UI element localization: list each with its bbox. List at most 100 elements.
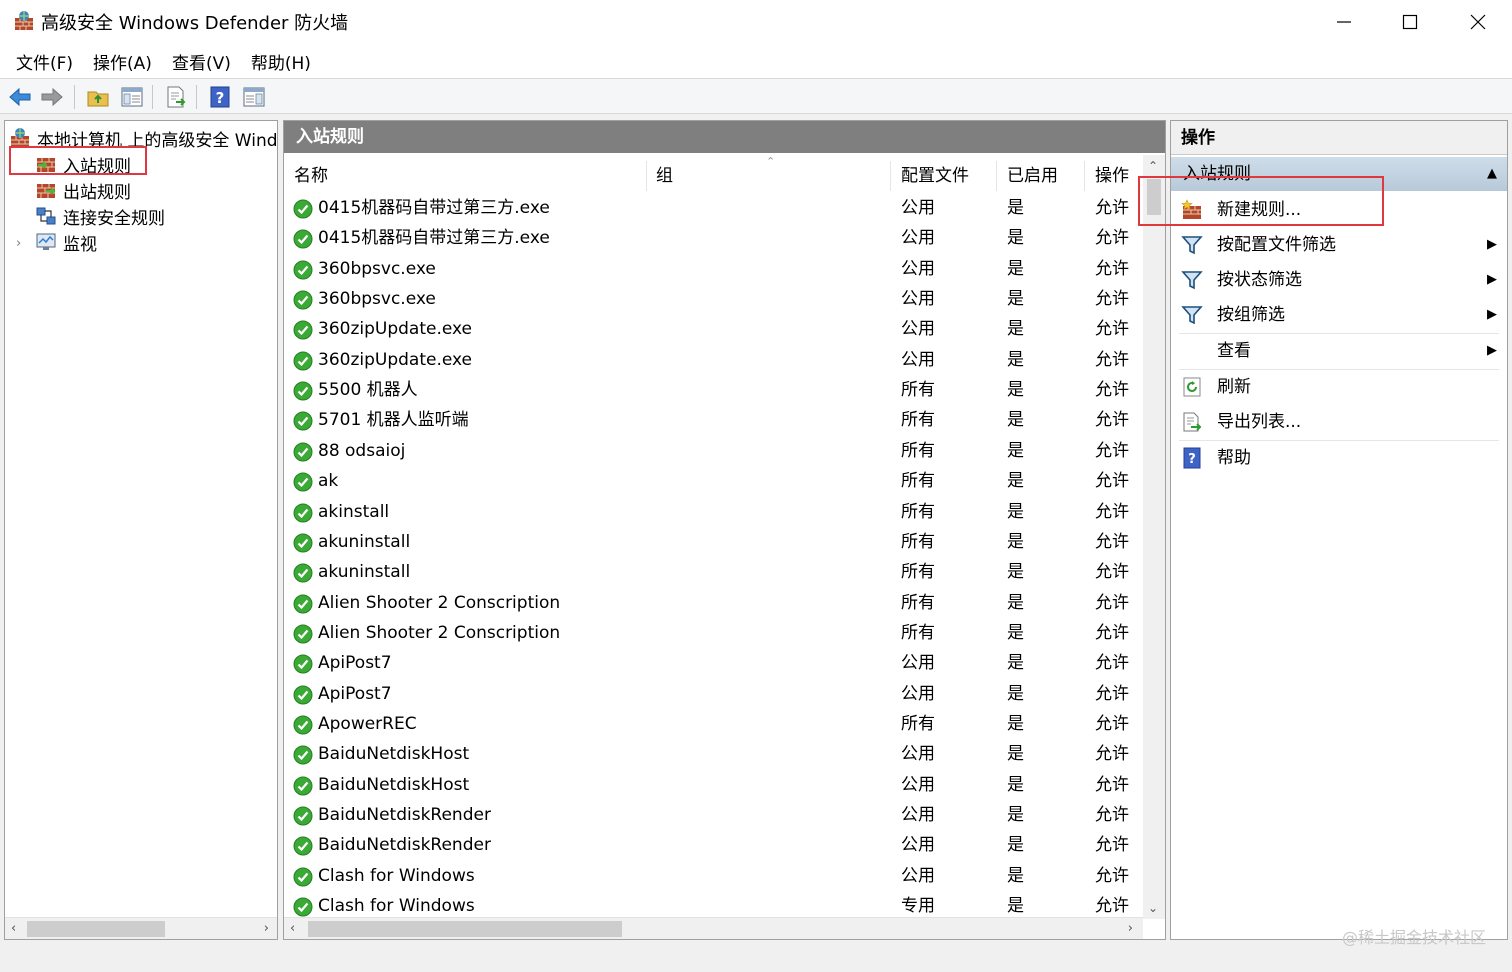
rule-enabled: 是 <box>1007 835 1024 856</box>
column-header-action[interactable]: 操作 <box>1095 159 1129 193</box>
collapse-caret-icon[interactable]: ▲ <box>1487 157 1497 191</box>
table-row[interactable]: 360bpsvc.exe 公用 是 允许 <box>284 254 1140 284</box>
rule-action: 允许 <box>1095 289 1129 310</box>
scrollbar-thumb[interactable] <box>27 921 165 937</box>
allow-check-icon <box>293 351 313 371</box>
scrollbar-thumb[interactable] <box>1147 179 1161 215</box>
tree-item-outbound-rules[interactable]: 出站规则 <box>35 177 131 203</box>
export-list-button[interactable] <box>162 83 190 111</box>
table-row[interactable]: akuninstall 所有 是 允许 <box>284 527 1140 557</box>
rule-action: 允许 <box>1095 683 1129 704</box>
table-row[interactable]: 5500 机器人 所有 是 允许 <box>284 375 1140 405</box>
tree-horizontal-scrollbar[interactable]: ‹ › <box>5 917 277 939</box>
action-refresh[interactable]: 刷新 <box>1171 370 1507 404</box>
table-row[interactable]: 88 odsaioj 所有 是 允许 <box>284 436 1140 466</box>
scroll-up-icon[interactable]: ⌃ <box>1148 159 1158 173</box>
table-row[interactable]: ApowerREC 所有 是 允许 <box>284 709 1140 739</box>
table-row[interactable]: 360zipUpdate.exe 公用 是 允许 <box>284 314 1140 344</box>
table-row[interactable]: BaiduNetdiskHost 公用 是 允许 <box>284 770 1140 800</box>
action-view[interactable]: 查看 ▶ <box>1171 334 1507 368</box>
rule-profile: 公用 <box>901 653 935 674</box>
table-row[interactable]: Clash for Windows 公用 是 允许 <box>284 861 1140 891</box>
table-row[interactable]: 0415机器码自带过第三方.exe 公用 是 允许 <box>284 223 1140 253</box>
table-row[interactable]: ApiPost7 公用 是 允许 <box>284 648 1140 678</box>
allow-check-icon <box>293 715 313 735</box>
column-header-group[interactable]: 组 <box>656 159 673 193</box>
minimize-button[interactable] <box>1310 0 1378 44</box>
table-row[interactable]: akuninstall 所有 是 允许 <box>284 557 1140 587</box>
table-row[interactable]: 0415机器码自带过第三方.exe 公用 是 允许 <box>284 193 1140 223</box>
table-row[interactable]: BaiduNetdiskRender 公用 是 允许 <box>284 800 1140 830</box>
action-new-rule[interactable]: 新建规则... <box>1171 193 1507 227</box>
rule-enabled: 是 <box>1007 319 1024 340</box>
table-row[interactable]: BaiduNetdiskRender 公用 是 允许 <box>284 830 1140 860</box>
action-label: 刷新 <box>1217 377 1251 397</box>
scroll-right-icon[interactable]: › <box>1128 921 1133 936</box>
action-label: 新建规则... <box>1217 200 1302 220</box>
rule-group <box>656 588 886 618</box>
action-export-list[interactable]: 导出列表... <box>1171 405 1507 439</box>
menu-file[interactable]: 文件(F) <box>8 45 81 78</box>
rule-action: 允许 <box>1095 865 1129 886</box>
action-help[interactable]: ? 帮助 <box>1171 441 1507 475</box>
scrollbar-thumb[interactable] <box>308 921 622 937</box>
show-hide-action-pane-button[interactable] <box>240 83 268 111</box>
menu-help[interactable]: 帮助(H) <box>243 45 319 78</box>
menu-view[interactable]: 查看(V) <box>164 45 239 78</box>
maximize-button[interactable] <box>1376 0 1444 44</box>
rule-group <box>656 527 886 557</box>
column-header-enabled[interactable]: 已启用 <box>1007 159 1058 193</box>
rule-name: akuninstall <box>318 531 411 552</box>
action-filter-by-profile[interactable]: 按配置文件筛选 ▶ <box>1171 228 1507 262</box>
column-header-name[interactable]: 名称 <box>294 159 328 193</box>
outbound-rules-icon <box>35 179 57 201</box>
scroll-left-icon[interactable]: ‹ <box>290 921 295 936</box>
table-row[interactable]: 360bpsvc.exe 公用 是 允许 <box>284 284 1140 314</box>
action-label: 按配置文件筛选 <box>1217 235 1336 255</box>
rule-enabled: 是 <box>1007 865 1024 886</box>
scroll-down-icon[interactable]: ⌄ <box>1148 901 1158 915</box>
table-row[interactable]: ak 所有 是 允许 <box>284 466 1140 496</box>
table-row[interactable]: 5701 机器人监听端 所有 是 允许 <box>284 405 1140 435</box>
rules-horizontal-scrollbar[interactable]: ‹ › <box>284 917 1143 939</box>
show-hide-action-pane-icon <box>243 87 265 107</box>
table-row[interactable]: ApiPost7 公用 是 允许 <box>284 679 1140 709</box>
rule-enabled: 是 <box>1007 622 1024 643</box>
rule-group <box>656 254 886 284</box>
rule-profile: 所有 <box>901 440 935 461</box>
up-one-level-button[interactable] <box>84 83 112 111</box>
rule-profile: 所有 <box>901 562 935 583</box>
action-filter-by-group[interactable]: 按组筛选 ▶ <box>1171 298 1507 332</box>
rule-name: Clash for Windows <box>318 865 475 886</box>
column-header-profile[interactable]: 配置文件 <box>901 159 969 193</box>
close-button[interactable] <box>1444 0 1512 44</box>
menu-action[interactable]: 操作(A) <box>85 45 160 78</box>
tree-item-monitoring[interactable]: 监视 <box>35 229 97 255</box>
table-row[interactable]: Alien Shooter 2 Conscription 所有 是 允许 <box>284 588 1140 618</box>
table-row[interactable]: 360zipUpdate.exe 公用 是 允许 <box>284 345 1140 375</box>
scroll-left-icon[interactable]: ‹ <box>11 921 16 936</box>
action-label: 查看 <box>1217 341 1251 361</box>
table-row[interactable]: Alien Shooter 2 Conscription 所有 是 允许 <box>284 618 1140 648</box>
tree-expand-chevron-icon[interactable]: › <box>16 236 21 251</box>
show-hide-tree-button[interactable] <box>118 83 146 111</box>
actions-section-inbound-rules[interactable]: 入站规则 ▲ <box>1171 157 1507 191</box>
tree-item-inbound-rules[interactable]: 入站规则 <box>35 151 131 177</box>
back-button[interactable] <box>6 83 34 111</box>
action-filter-by-state[interactable]: 按状态筛选 ▶ <box>1171 263 1507 297</box>
help-button[interactable]: ? <box>206 83 234 111</box>
rule-name: akinstall <box>318 501 390 522</box>
scroll-right-icon[interactable]: › <box>264 921 269 936</box>
forward-button[interactable] <box>38 83 66 111</box>
rules-vertical-scrollbar[interactable]: ⌃ ⌄ <box>1143 155 1165 919</box>
rule-name: 88 odsaioj <box>318 440 406 461</box>
allow-check-icon <box>293 776 313 796</box>
table-row[interactable]: akinstall 所有 是 允许 <box>284 497 1140 527</box>
rule-action: 允许 <box>1095 531 1129 552</box>
tree-item-label: 监视 <box>63 234 97 255</box>
export-list-icon <box>1181 411 1203 433</box>
tree-item-connection-security-rules[interactable]: 连接安全规则 <box>35 203 165 229</box>
tree-root[interactable]: 本地计算机 上的高级安全 Windows Defender 防火墙 <box>9 125 277 151</box>
table-row[interactable]: BaiduNetdiskHost 公用 是 允许 <box>284 739 1140 769</box>
rule-action: 允许 <box>1095 440 1129 461</box>
